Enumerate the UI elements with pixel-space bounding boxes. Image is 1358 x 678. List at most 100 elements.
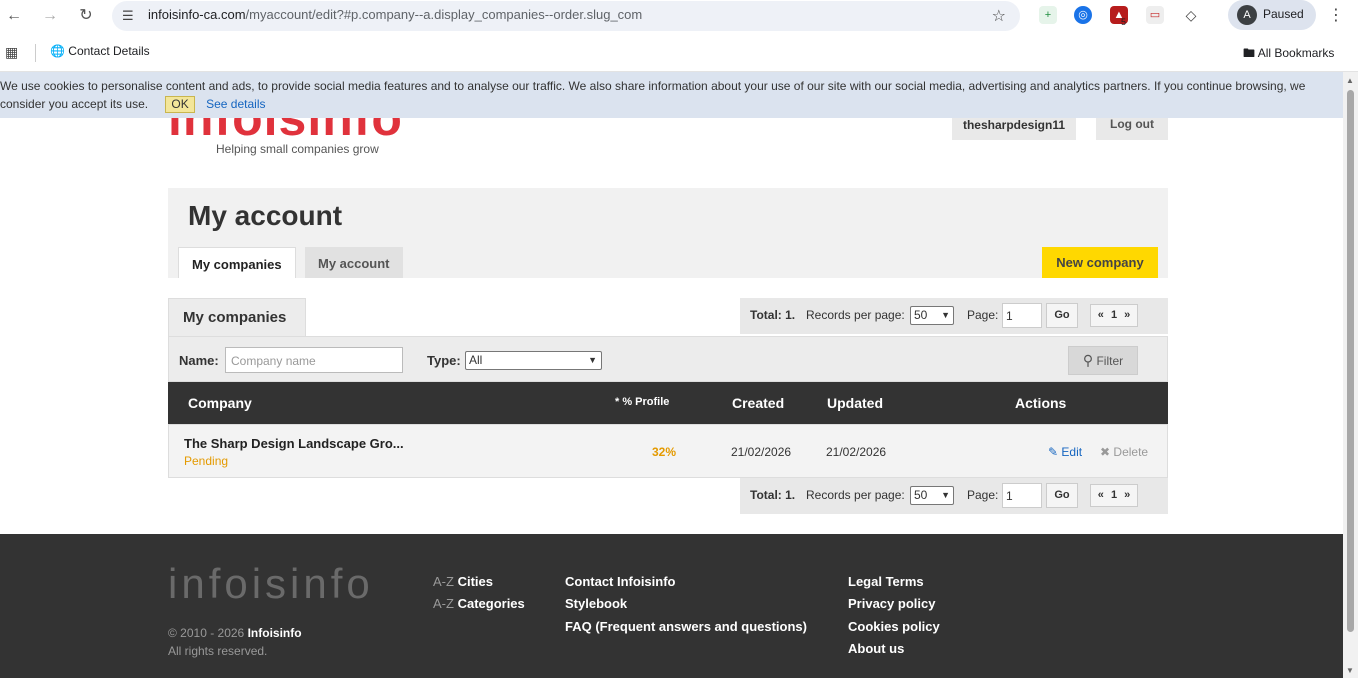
records-per-page-label: Records per page: (806, 308, 905, 322)
search-icon: ⚲ (1082, 352, 1094, 368)
browser-toolbar: ← → ↻ ☰ infoisinfo-ca.com/myaccount/edit… (0, 0, 1358, 32)
column-created[interactable]: Created (732, 395, 784, 411)
cookie-ok-button[interactable]: OK (165, 96, 195, 113)
page-viewport: We use cookies to personalise content an… (0, 72, 1343, 678)
scroll-up-icon[interactable]: ▲ (1346, 76, 1354, 85)
bookmark-label: Contact Details (68, 44, 150, 58)
rights-text: All rights reserved. (168, 644, 268, 658)
records-per-page-label: Records per page: (806, 488, 905, 502)
filter-label: Filter (1096, 354, 1124, 368)
cookie-details-link[interactable]: See details (206, 97, 265, 111)
table-row: The Sharp Design Landscape Gro... Pendin… (168, 424, 1168, 478)
column-updated[interactable]: Updated (827, 395, 883, 411)
scroll-thumb[interactable] (1347, 90, 1354, 632)
page-scrollbar[interactable]: ▲ ▼ (1343, 72, 1358, 678)
extension-badge: 5 (1121, 17, 1127, 27)
url-text[interactable]: infoisinfo-ca.com/myaccount/edit?#p.comp… (148, 7, 642, 22)
bookmarks-bar: ▦ 🌐 Contact Details 🖿 All Bookmarks (0, 32, 1358, 72)
created-date: 21/02/2026 (731, 445, 792, 459)
page-input[interactable]: 1 (1002, 303, 1042, 328)
pager-bottom: Total: 1. Records per page: 50 ▼ Page: 1 … (740, 478, 1168, 514)
profile-status: Paused (1263, 7, 1304, 21)
pencil-icon: ✎ (1048, 445, 1059, 459)
bookmark-star-icon[interactable]: ☆ (992, 6, 1006, 26)
new-company-button[interactable]: New company (1042, 247, 1158, 278)
chevron-down-icon: ▼ (588, 355, 597, 365)
filter-button[interactable]: ⚲ Filter (1068, 346, 1138, 375)
copyright-prefix: © 2010 - 2026 (168, 626, 245, 640)
cookie-banner: We use cookies to personalise content an… (0, 72, 1343, 118)
bookmarks-divider (35, 44, 36, 62)
type-value: All (469, 353, 483, 367)
delete-label: Delete (1113, 445, 1149, 459)
extension-globe-icon[interactable]: ◎ (1074, 6, 1092, 24)
column-actions: Actions (1015, 395, 1067, 411)
footer-link-privacy[interactable]: Privacy policy (848, 596, 935, 611)
all-bookmarks-button[interactable]: 🖿 All Bookmarks (1243, 44, 1334, 65)
bookmark-contact-details[interactable]: 🌐 Contact Details (50, 44, 150, 58)
updated-date: 21/02/2026 (826, 445, 887, 459)
footer-link-categories[interactable]: A-Z Categories (433, 596, 525, 611)
site-footer: infoisinfo © 2010 - 2026 Infoisinfo All … (0, 534, 1343, 678)
forward-icon[interactable]: → (40, 6, 60, 26)
copyright-brand[interactable]: Infoisinfo (248, 626, 302, 640)
type-select[interactable]: All ▼ (465, 351, 602, 370)
records-per-page-select[interactable]: 50 ▼ (910, 486, 954, 505)
page-label: Page: (967, 308, 999, 322)
column-profile[interactable]: * % Profile (615, 396, 669, 408)
footer-link-about[interactable]: About us (848, 641, 904, 656)
scroll-down-icon[interactable]: ▼ (1346, 666, 1354, 675)
profile-percent: 32% (652, 445, 677, 459)
page-title: My account (188, 200, 343, 231)
az-prefix: A-Z (433, 596, 454, 611)
edit-label: Edit (1061, 445, 1083, 459)
go-button[interactable]: Go (1046, 303, 1078, 328)
page-input[interactable]: 1 (1002, 483, 1042, 508)
page-navigation[interactable]: « 1 » (1090, 304, 1138, 327)
extension-plus-icon[interactable]: + (1039, 6, 1057, 24)
tab-my-companies[interactable]: My companies (178, 247, 296, 278)
column-company[interactable]: Company (188, 395, 252, 411)
apps-grid-icon[interactable]: ▦ (5, 44, 18, 61)
copyright: © 2010 - 2026 Infoisinfo (168, 626, 302, 640)
company-name-input[interactable]: Company name (225, 347, 403, 373)
company-name[interactable]: The Sharp Design Landscape Gro... (184, 436, 404, 451)
browser-menu-icon[interactable]: ⋮ (1328, 5, 1344, 25)
delete-link[interactable]: ✖ Delete (1100, 445, 1148, 459)
footer-link-cookies[interactable]: Cookies policy (848, 619, 940, 634)
reload-icon[interactable]: ↻ (76, 6, 96, 26)
total-count: Total: 1. (750, 488, 796, 502)
go-button[interactable]: Go (1046, 483, 1078, 508)
profile-button[interactable]: A Paused (1228, 0, 1316, 30)
site-info-icon[interactable]: ☰ (122, 8, 134, 24)
globe-icon: 🌐 (50, 44, 65, 58)
tagline: Helping small companies grow (216, 142, 379, 156)
chevron-down-icon: ▼ (941, 310, 950, 320)
page-navigation[interactable]: « 1 » (1090, 484, 1138, 507)
address-bar[interactable]: ☰ infoisinfo-ca.com/myaccount/edit?#p.co… (112, 1, 1020, 31)
rpp-value: 50 (914, 488, 928, 502)
footer-link-contact[interactable]: Contact Infoisinfo (565, 574, 676, 589)
type-label: Type: (427, 353, 461, 368)
footer-link-cities[interactable]: A-Z Cities (433, 574, 493, 589)
records-per-page-select[interactable]: 50 ▼ (910, 306, 954, 325)
section-title: My companies (168, 298, 306, 336)
back-icon[interactable]: ← (4, 6, 24, 26)
cities-label: Cities (457, 574, 493, 589)
categories-label: Categories (457, 596, 525, 611)
account-panel: My account My companies My account New c… (168, 188, 1168, 278)
footer-link-legal[interactable]: Legal Terms (848, 574, 924, 589)
extensions-puzzle-icon[interactable]: ◇ (1182, 6, 1200, 24)
footer-logo[interactable]: infoisinfo (168, 562, 374, 606)
folder-icon: 🖿 (1243, 46, 1256, 60)
total-count: Total: 1. (750, 308, 796, 322)
url-host: infoisinfo-ca.com (148, 7, 246, 22)
name-label: Name: (179, 353, 219, 368)
extension-cast-icon[interactable]: ▭ (1146, 6, 1164, 24)
footer-link-stylebook[interactable]: Stylebook (565, 596, 627, 611)
footer-link-faq[interactable]: FAQ (Frequent answers and questions) (565, 619, 807, 634)
rpp-value: 50 (914, 308, 928, 322)
edit-link[interactable]: ✎ Edit (1048, 445, 1082, 459)
tab-my-account[interactable]: My account (305, 247, 403, 278)
filter-bar: Name: Company name Type: All ▼ ⚲ Filter (168, 336, 1168, 382)
